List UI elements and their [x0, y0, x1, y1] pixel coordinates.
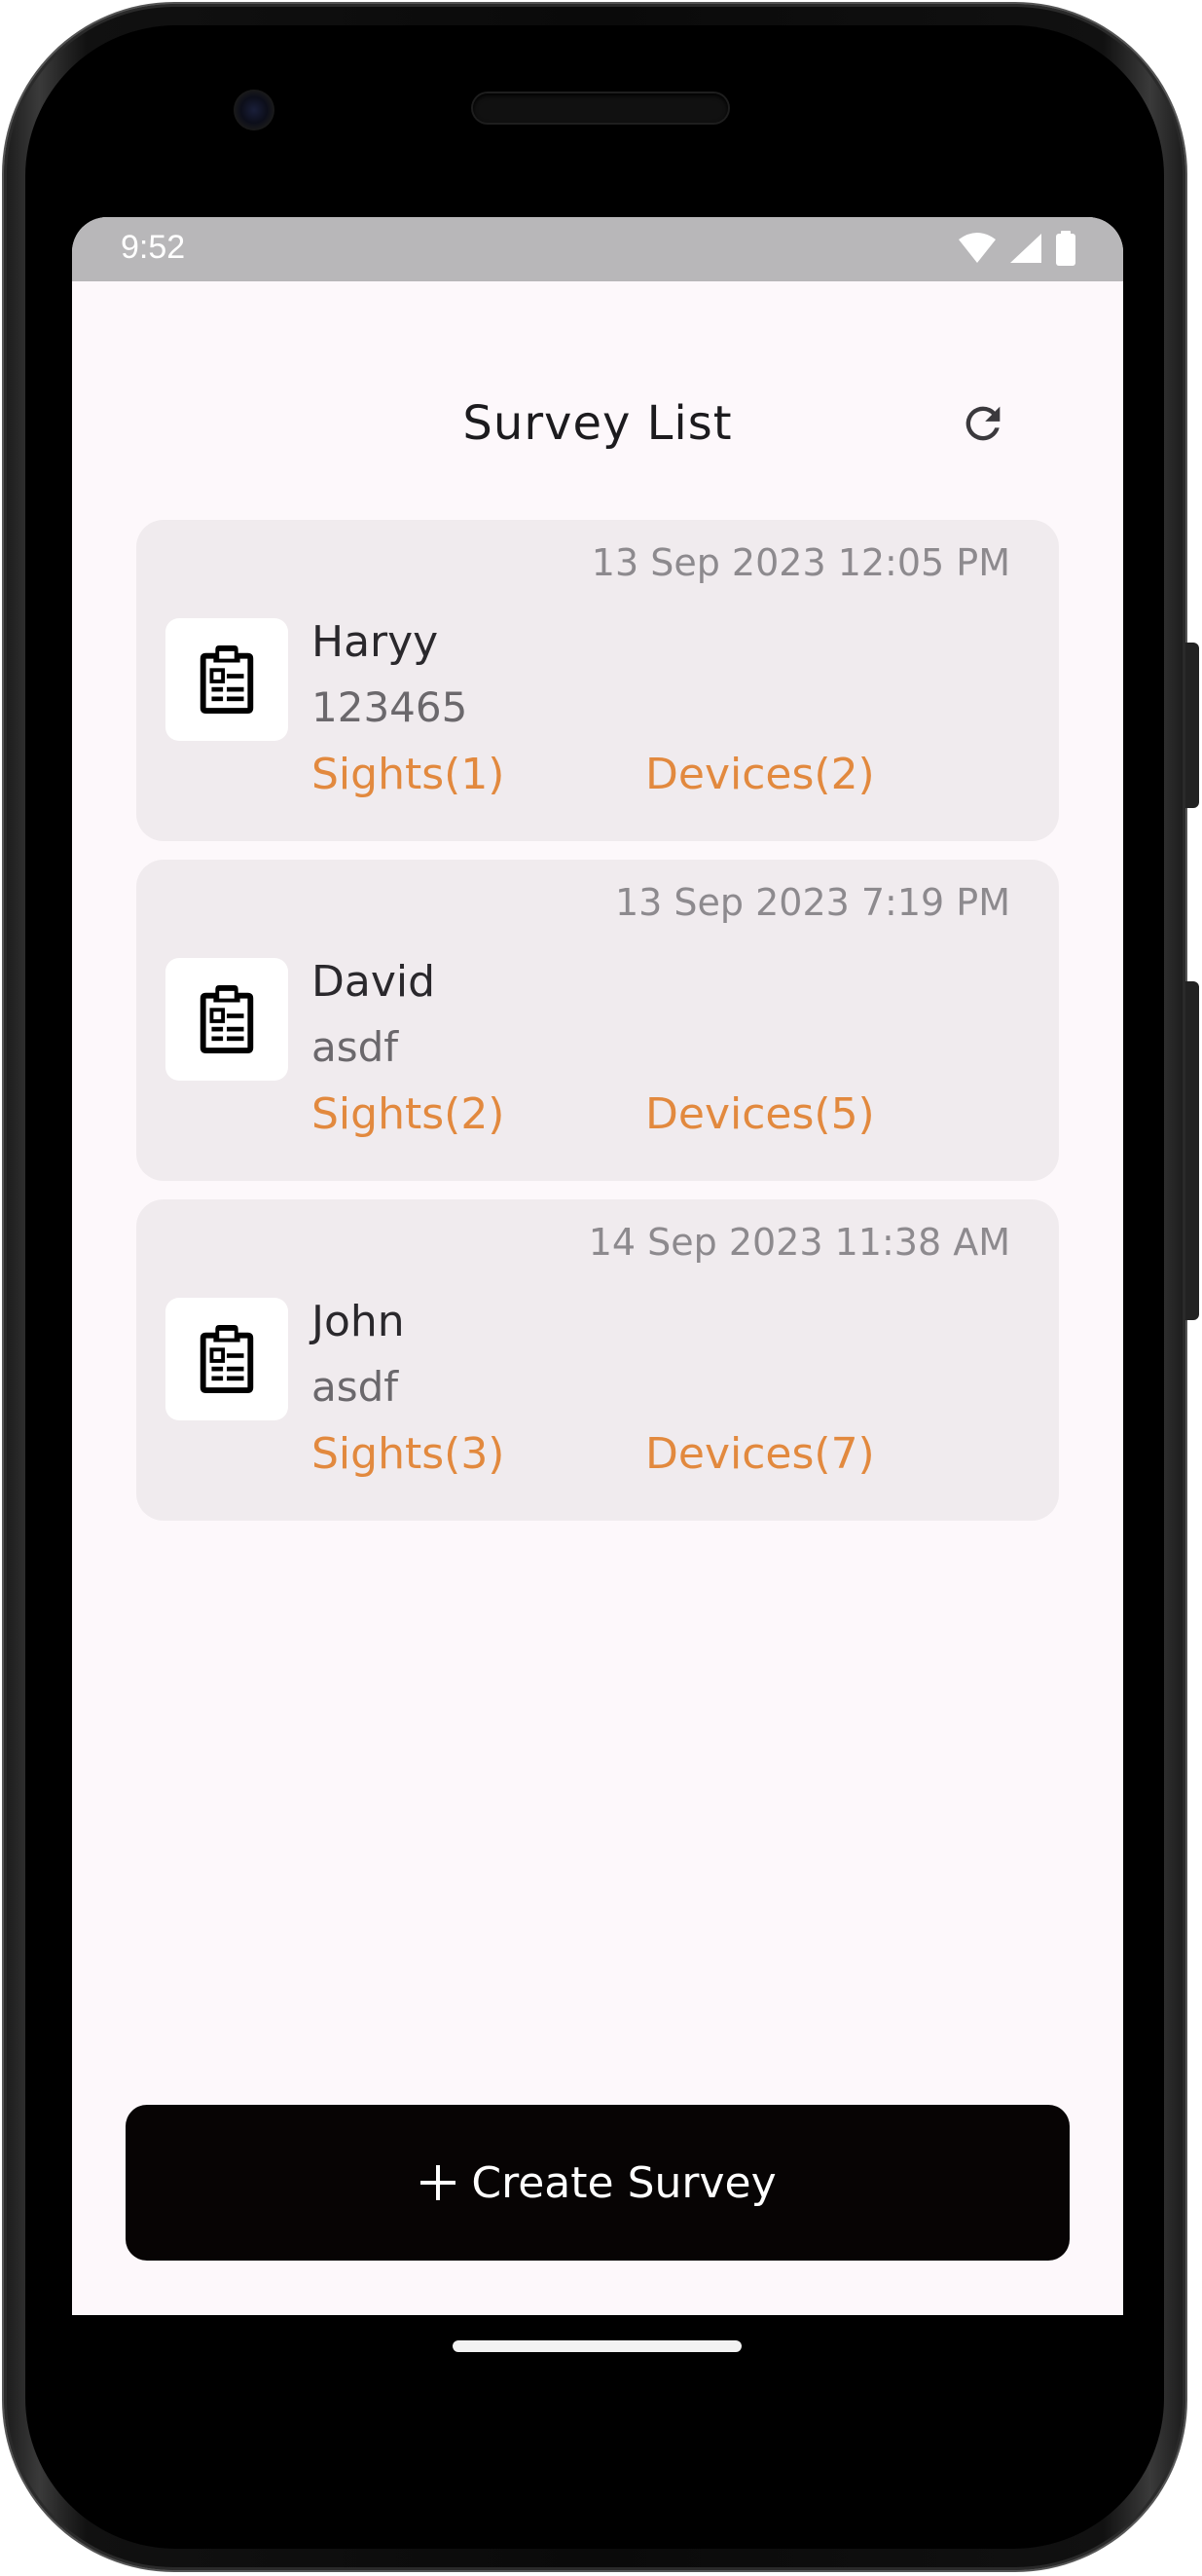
refresh-button[interactable]: [952, 392, 1014, 455]
app-header: Survey List: [72, 373, 1123, 470]
survey-icon-container: [165, 1298, 288, 1420]
survey-date: 13 Sep 2023 12:05 PM: [591, 541, 1010, 584]
front-camera: [234, 90, 274, 130]
survey-list: 13 Sep 2023 12:05 PM Haryy 123465 Sights…: [136, 520, 1059, 1539]
survey-card[interactable]: 13 Sep 2023 7:19 PM David asdf Sights(2): [136, 860, 1059, 1181]
refresh-icon: [965, 406, 1001, 441]
cellular-signal-icon: [1010, 234, 1041, 263]
survey-card[interactable]: 13 Sep 2023 12:05 PM Haryy 123465 Sights…: [136, 520, 1059, 841]
clipboard-list-icon: [200, 1325, 254, 1393]
power-button: [1185, 643, 1199, 808]
devices-link[interactable]: Devices(2): [645, 750, 875, 799]
home-indicator[interactable]: [453, 2340, 742, 2352]
devices-link[interactable]: Devices(5): [645, 1089, 875, 1139]
earpiece-speaker: [473, 93, 728, 123]
survey-icon-container: [165, 618, 288, 741]
survey-subtitle: asdf: [311, 1363, 399, 1411]
survey-subtitle: 123465: [311, 683, 468, 731]
create-survey-label: Create Survey: [471, 2157, 777, 2208]
clipboard-list-icon: [200, 985, 254, 1053]
status-bar: 9:52: [72, 217, 1123, 281]
sights-link[interactable]: Sights(1): [311, 750, 504, 799]
plus-icon: [420, 2165, 456, 2200]
survey-name: David: [311, 957, 436, 1007]
survey-icon-container: [165, 958, 288, 1081]
status-icons: [958, 231, 1076, 266]
devices-link[interactable]: Devices(7): [645, 1429, 875, 1479]
phone-frame: 9:52 Survey List 13 Sep 2023 12:05 PM Ha…: [4, 4, 1199, 2570]
status-time: 9:52: [121, 229, 186, 266]
survey-name: John: [311, 1297, 405, 1346]
app-screen: 9:52 Survey List 13 Sep 2023 12:05 PM Ha…: [72, 217, 1123, 2315]
sights-link[interactable]: Sights(2): [311, 1089, 504, 1139]
clipboard-list-icon: [200, 645, 254, 714]
survey-subtitle: asdf: [311, 1023, 399, 1071]
survey-date: 13 Sep 2023 7:19 PM: [614, 881, 1010, 924]
create-survey-button[interactable]: Create Survey: [126, 2105, 1070, 2261]
wifi-icon: [959, 233, 996, 263]
volume-button: [1185, 981, 1199, 1320]
sights-link[interactable]: Sights(3): [311, 1429, 504, 1479]
battery-icon: [1056, 231, 1075, 266]
survey-date: 14 Sep 2023 11:38 AM: [588, 1221, 1010, 1264]
survey-name: Haryy: [311, 617, 439, 667]
survey-card[interactable]: 14 Sep 2023 11:38 AM John asdf Sights(3): [136, 1199, 1059, 1521]
